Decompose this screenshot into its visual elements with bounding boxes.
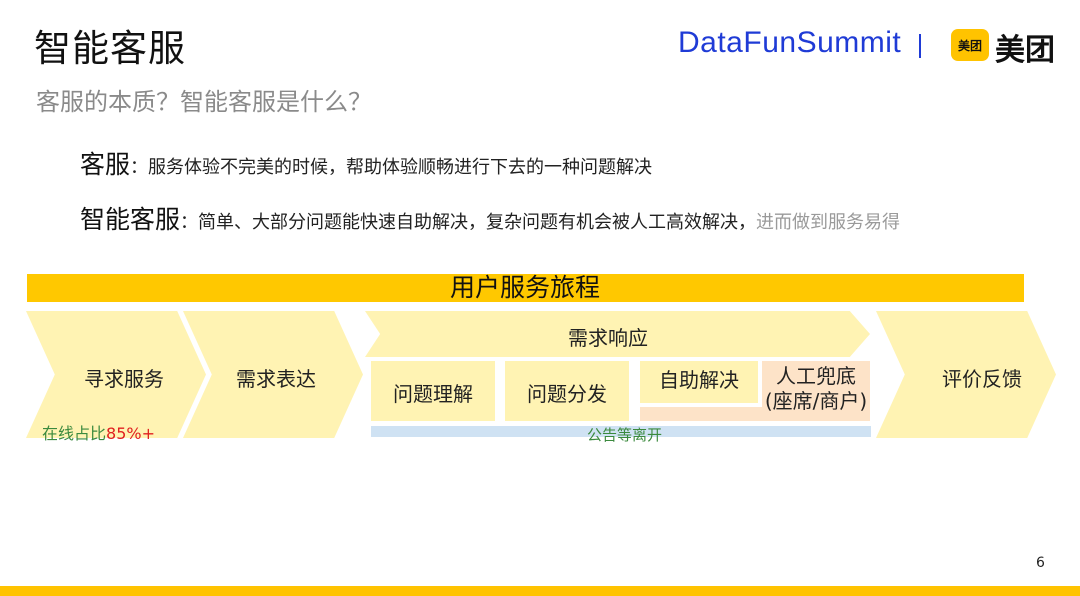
meituan-logo-text: 美团 xyxy=(995,33,1055,68)
datafun-brand: DataFunSummit xyxy=(678,26,902,59)
definition-muted-text: 进而做到服务易得 xyxy=(756,212,901,233)
stage-understand-label: 问题理解 xyxy=(393,382,473,406)
slide-title: 智能客服 xyxy=(34,27,186,70)
stage-express-label: 需求表达 xyxy=(236,367,316,391)
online-share-label: 在线占比85%+ xyxy=(42,420,155,444)
definition-kefu: 客服：服务体验不完美的时候，帮助体验顺畅进行下去的一种问题解决 xyxy=(80,145,652,181)
stage-manual-line2: (座席/商户) xyxy=(764,389,868,413)
definition-text: ：服务体验不完美的时候，帮助体验顺畅进行下去的一种问题解决 xyxy=(130,157,653,178)
stage-self-solve-label: 自助解决 xyxy=(659,368,739,392)
journey-title: 用户服务旅程 xyxy=(449,273,600,302)
definition-text: ：简单、大部分问题能快速自助解决，复杂问题有机会被人工高效解决， xyxy=(180,212,757,233)
bottom-accent-bar xyxy=(0,586,1080,596)
page-number: 6 xyxy=(1036,555,1045,571)
stage-manual-label: 人工兜底 (座席/商户) xyxy=(762,364,870,414)
meituan-logo-icon: 美团 xyxy=(951,29,989,61)
stage-dispatch-label: 问题分发 xyxy=(527,382,607,406)
definition-smart-kefu: 智能客服：简单、大部分问题能快速自助解决，复杂问题有机会被人工高效解决，进而做到… xyxy=(80,200,900,236)
stage-seek-label: 寻求服务 xyxy=(84,367,164,391)
definition-term: 客服 xyxy=(80,150,131,179)
stage-manual-line1: 人工兜底 xyxy=(776,364,856,388)
stage-evaluate-label: 评价反馈 xyxy=(942,367,1022,391)
stage-response-label: 需求响应 xyxy=(568,326,648,350)
brand-separator xyxy=(919,34,921,58)
notice-label: 公告等离开 xyxy=(587,426,663,444)
definition-term: 智能客服 xyxy=(80,205,181,234)
online-share-text: 在线占比 xyxy=(42,424,107,443)
slide-subtitle: 客服的本质？智能客服是什么？ xyxy=(36,88,372,116)
online-share-pct: 85%+ xyxy=(106,424,155,443)
